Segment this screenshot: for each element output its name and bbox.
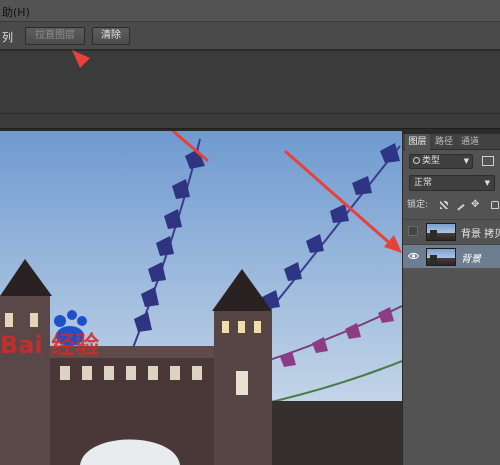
filter-kind-label: 类型 [422,156,441,166]
erase-button[interactable]: 清除 [92,27,130,45]
layer-name: 背景 [461,254,481,265]
panel-tabs: 图层 路径 通道 [403,134,500,150]
chevron-down-icon: ▼ [484,179,490,187]
flatten-layer-button[interactable]: 拉直图层 [25,27,85,45]
photo-illustration: Bai 经验 [0,131,402,465]
image-filter-icon[interactable] [482,156,494,166]
layer-row-background[interactable]: 背景 [403,244,500,268]
tab-paths[interactable]: 路径 [432,134,456,150]
annotation-arrowhead [72,50,90,68]
layers-list-empty [403,270,500,465]
layer-thumbnail [426,248,456,266]
eye-icon[interactable] [408,252,419,260]
tab-layers[interactable]: 图层 [405,134,430,150]
lock-label: 锁定: [407,200,429,210]
lock-row: 锁定: ✥ [407,197,500,213]
lock-all-icon[interactable] [491,201,499,209]
canvas-image[interactable]: Bai 经验 [0,131,402,465]
options-prefix-label: 列 [2,31,13,44]
blend-mode-select[interactable]: 正常 ▼ [409,175,495,191]
layer-thumbnail [426,223,456,241]
blend-mode-label: 正常 [414,178,433,188]
layers-panel: 图层 路径 通道 类型 ▼ 正常 ▼ 锁定: ✥ 背景 拷贝 背景 [402,134,500,465]
lock-brush-icon[interactable] [453,199,465,211]
visibility-toggle[interactable] [408,226,418,236]
layer-name: 背景 拷贝 [461,229,500,240]
lock-transparent-icon[interactable] [440,201,448,209]
divider [0,113,500,114]
chevron-down-icon: ▼ [463,157,469,165]
watermark-text: Bai 经验 [0,331,99,359]
tab-channels[interactable]: 通道 [458,134,482,150]
layer-row-background-copy[interactable]: 背景 拷贝 [403,219,500,243]
menu-help[interactable]: 助(H) [2,4,30,20]
menu-bar: 助(H) [0,0,500,22]
layer-filter-select[interactable]: 类型 ▼ [409,154,473,169]
lock-move-icon[interactable]: ✥ [471,197,479,213]
search-icon [413,157,420,164]
